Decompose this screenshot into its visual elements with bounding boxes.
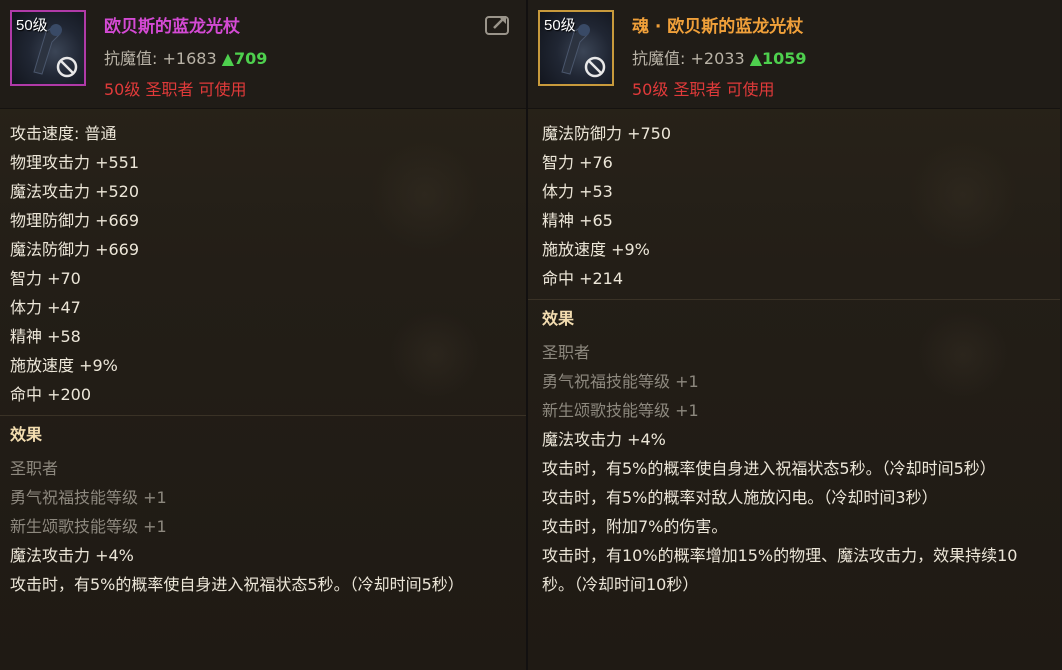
item-level-badge: 50级 — [16, 17, 48, 34]
stat-line: 施放速度 +9% — [10, 356, 118, 375]
resist-increase: ▲1059 — [749, 49, 807, 68]
staff-item-icon: 50级 — [538, 10, 614, 86]
effect-line: 魔法攻击力 +4% — [10, 546, 134, 565]
resist-line: 抗魔值: +2033 ▲1059 — [632, 45, 807, 69]
resist-value: +2033 — [690, 49, 745, 68]
item-level-badge: 50级 — [544, 17, 576, 34]
stat-line: 魔法防御力 +750 — [542, 124, 672, 143]
item-name: 魂 · 欧贝斯的蓝龙光杖 — [632, 17, 804, 37]
share-export-icon[interactable] — [484, 12, 512, 36]
effect-class: 圣职者 — [10, 459, 59, 478]
tooltip-body: 攻击速度: 普通 物理攻击力 +551 魔法攻击力 +520 物理防御力 +66… — [0, 109, 526, 599]
item-tooltip-original: 50级 欧贝斯的蓝龙光杖 抗魔值: +1683 ▲709 50级 圣职者 可使用… — [0, 0, 528, 670]
stat-line: 物理攻击力 +551 — [10, 153, 140, 172]
stat-line: 精神 +65 — [542, 211, 613, 230]
effect-line: 攻击时，有5%的概率使自身进入祝福状态5秒。（冷却时间5秒） — [542, 459, 996, 478]
stat-line: 施放速度 +9% — [542, 240, 650, 259]
stat-line: 命中 +214 — [542, 269, 624, 288]
section-divider — [528, 299, 1060, 300]
tooltip-body: 魔法防御力 +750 智力 +76 体力 +53 精神 +65 施放速度 +9%… — [528, 109, 1060, 599]
no-entry-icon — [584, 56, 606, 78]
resist-label: 抗魔值: — [632, 49, 686, 68]
effect-skill-line: 新生颂歌技能等级 +1 — [10, 517, 167, 536]
resist-line: 抗魔值: +1683 ▲709 — [104, 45, 267, 69]
stat-line: 精神 +58 — [10, 327, 81, 346]
effect-section-title: 效果 — [10, 425, 43, 444]
item-name: 欧贝斯的蓝龙光杖 — [104, 17, 240, 37]
stat-line: 体力 +53 — [542, 182, 613, 201]
effect-line: 攻击时，有5%的概率对敌人施放闪电。（冷却时间3秒） — [542, 488, 938, 507]
section-divider — [0, 415, 526, 416]
effect-line: 攻击时，有10%的概率增加15%的物理、魔法攻击力，效果持续10秒。（冷却时间1… — [542, 546, 1018, 594]
item-tooltip-upgraded: 50级 魂 · 欧贝斯的蓝龙光杖 抗魔值: +2033 ▲1059 50级 圣职… — [528, 0, 1060, 670]
tooltip-comparison: 50级 欧贝斯的蓝龙光杖 抗魔值: +1683 ▲709 50级 圣职者 可使用… — [0, 0, 1062, 670]
resist-increase: ▲709 — [221, 49, 268, 68]
no-entry-icon — [56, 56, 78, 78]
usage-requirement: 50级 圣职者 可使用 — [632, 80, 775, 99]
resist-value: +1683 — [162, 49, 217, 68]
effect-line: 攻击时，附加7%的伤害。 — [542, 517, 728, 536]
effect-line: 魔法攻击力 +4% — [542, 430, 666, 449]
stat-line: 体力 +47 — [10, 298, 81, 317]
stat-line: 命中 +200 — [10, 385, 92, 404]
effect-line: 攻击时，有5%的概率使自身进入祝福状态5秒。（冷却时间5秒） — [10, 575, 464, 594]
effect-class: 圣职者 — [542, 343, 591, 362]
effect-skill-line: 新生颂歌技能等级 +1 — [542, 401, 699, 420]
stat-line: 攻击速度: 普通 — [10, 124, 117, 143]
stat-line: 智力 +70 — [10, 269, 81, 288]
staff-item-icon: 50级 — [10, 10, 86, 86]
stat-line: 魔法防御力 +669 — [10, 240, 140, 259]
effect-skill-line: 勇气祝福技能等级 +1 — [542, 372, 699, 391]
tooltip-header: 50级 欧贝斯的蓝龙光杖 抗魔值: +1683 ▲709 50级 圣职者 可使用 — [0, 0, 526, 109]
resist-label: 抗魔值: — [104, 49, 158, 68]
stat-line: 魔法攻击力 +520 — [10, 182, 140, 201]
stat-line: 物理防御力 +669 — [10, 211, 140, 230]
tooltip-header: 50级 魂 · 欧贝斯的蓝龙光杖 抗魔值: +2033 ▲1059 50级 圣职… — [528, 0, 1060, 109]
usage-requirement: 50级 圣职者 可使用 — [104, 80, 247, 99]
effect-skill-line: 勇气祝福技能等级 +1 — [10, 488, 167, 507]
stat-line: 智力 +76 — [542, 153, 613, 172]
effect-section-title: 效果 — [542, 309, 575, 328]
